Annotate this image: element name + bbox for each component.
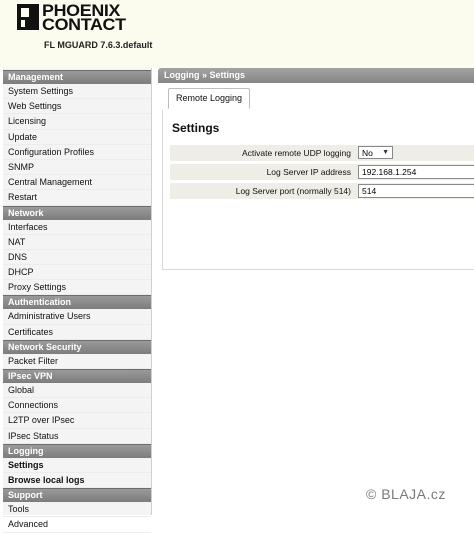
chevron-down-icon: ▼ bbox=[382, 149, 389, 156]
sidebar-item-dns[interactable]: DNS bbox=[3, 250, 151, 266]
sidebar-item-interfaces[interactable]: Interfaces bbox=[3, 220, 151, 235]
field-row-udp-logging: Activate remote UDP logging No ▼ bbox=[170, 145, 474, 161]
field-row-server-port: Log Server port (normally 514) 514 bbox=[170, 183, 474, 199]
sidebar-item-licensing[interactable]: Licensing bbox=[3, 114, 151, 130]
sidebar-item-settings[interactable]: Settings bbox=[3, 458, 151, 473]
server-ip-input[interactable]: 192.168.1.254 bbox=[358, 165, 474, 179]
tab-remote-logging[interactable]: Remote Logging bbox=[168, 88, 251, 109]
sidebar-item-browse-local-logs[interactable]: Browse local logs bbox=[3, 473, 151, 489]
sidebar-section-ipsec-vpn[interactable]: IPsec VPN bbox=[3, 369, 151, 383]
sidebar-item-system-settings[interactable]: System Settings bbox=[3, 84, 151, 100]
sidebar-item-ipsec-status[interactable]: IPsec Status bbox=[3, 429, 151, 444]
sidebar-item-update[interactable]: Update bbox=[3, 130, 151, 145]
sidebar-item-tools[interactable]: Tools bbox=[3, 502, 151, 518]
server-port-input[interactable]: 514 bbox=[358, 184, 474, 198]
settings-panel: Settings Activate remote UDP logging No … bbox=[162, 110, 474, 270]
field-row-server-ip: Log Server IP address 192.168.1.254 bbox=[170, 164, 474, 180]
sidebar-item-connections[interactable]: Connections bbox=[3, 398, 151, 414]
server-ip-label: Log Server IP address bbox=[266, 167, 351, 177]
sidebar-section-network-security[interactable]: Network Security bbox=[3, 339, 151, 354]
udp-logging-select[interactable]: No ▼ bbox=[358, 146, 393, 159]
sidebar-item-proxy-settings[interactable]: Proxy Settings bbox=[3, 280, 151, 296]
panel-title: Settings bbox=[172, 121, 220, 135]
server-port-label: Log Server port (normally 514) bbox=[235, 186, 351, 196]
sidebar-item-administrative-users[interactable]: Administrative Users bbox=[3, 309, 151, 325]
header: PHOENIX CONTACT FL MGUARD 7.6.3.default bbox=[0, 0, 474, 68]
brand-name-line2: CONTACT bbox=[42, 15, 126, 34]
udp-logging-value: No bbox=[362, 148, 373, 158]
sidebar-item-dhcp[interactable]: DHCP bbox=[3, 265, 151, 281]
sidebar-section-logging[interactable]: Logging bbox=[3, 443, 151, 458]
sidebar-item-configuration-profiles[interactable]: Configuration Profiles bbox=[3, 145, 151, 160]
sidebar-item-restart[interactable]: Restart bbox=[3, 190, 151, 206]
sidebar-section-support[interactable]: Support bbox=[3, 488, 151, 503]
udp-logging-label: Activate remote UDP logging bbox=[242, 148, 351, 158]
sidebar-item-snmp[interactable]: SNMP bbox=[3, 160, 151, 176]
sidebar-section-management[interactable]: Management bbox=[3, 70, 151, 84]
sidebar-item-certificates[interactable]: Certificates bbox=[3, 325, 151, 340]
sidebar-item-l2tp-over-ipsec[interactable]: L2TP over IPsec bbox=[3, 413, 151, 429]
sidebar-item-advanced[interactable]: Advanced bbox=[3, 517, 151, 533]
watermark: © BLAJA.cz bbox=[366, 486, 446, 502]
sidebar-nav: Management System Settings Web Settings Lic… bbox=[3, 68, 152, 533]
sidebar-item-packet-filter[interactable]: Packet Filter bbox=[3, 354, 151, 369]
tab-bar: Remote Logging bbox=[164, 88, 474, 111]
sidebar-section-network[interactable]: Network bbox=[3, 205, 151, 220]
sidebar-item-nat[interactable]: NAT bbox=[3, 235, 151, 250]
sidebar-item-global[interactable]: Global bbox=[3, 383, 151, 399]
breadcrumb: Logging » Settings bbox=[158, 68, 474, 83]
phoenix-contact-logo: PHOENIX CONTACT bbox=[16, 2, 146, 34]
sidebar-section-authentication[interactable]: Authentication bbox=[3, 295, 151, 310]
firmware-version: FL MGUARD 7.6.3.default bbox=[44, 40, 153, 50]
sidebar-item-central-management[interactable]: Central Management bbox=[3, 175, 151, 191]
phoenix-contact-logo-icon bbox=[17, 4, 39, 30]
main-content: Logging » Settings Remote Logging Settin… bbox=[158, 68, 474, 515]
sidebar-item-web-settings[interactable]: Web Settings bbox=[3, 99, 151, 115]
